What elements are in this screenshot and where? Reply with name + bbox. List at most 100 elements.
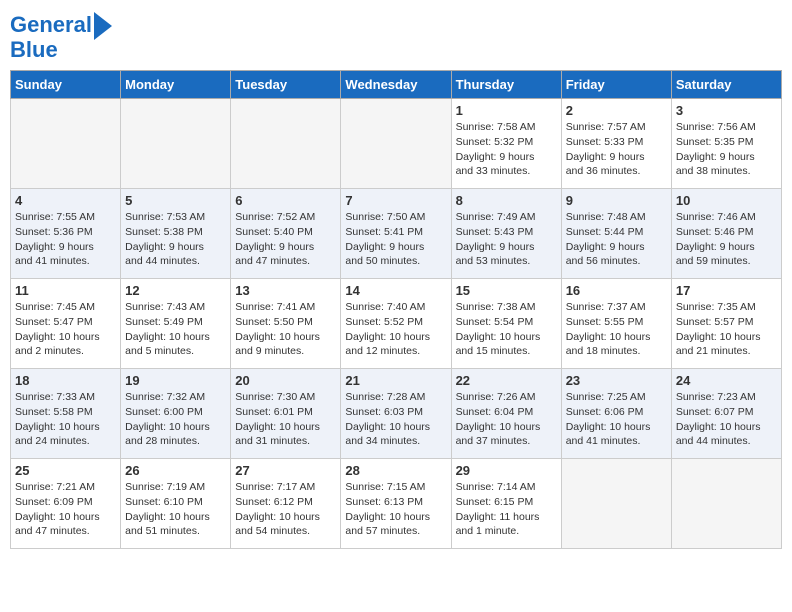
day-number: 23 [566, 373, 667, 388]
calendar-cell: 10 Sunrise: 7:46 AMSunset: 5:46 PMDayligh… [671, 189, 781, 279]
calendar-week-row: 18 Sunrise: 7:33 AMSunset: 5:58 PMDayligh… [11, 369, 782, 459]
calendar-cell [231, 99, 341, 189]
calendar-cell: 29 Sunrise: 7:14 AMSunset: 6:15 PMDayligh… [451, 459, 561, 549]
day-info: Sunrise: 7:50 AMSunset: 5:41 PMDaylight:… [345, 210, 446, 269]
calendar-cell: 21 Sunrise: 7:28 AMSunset: 6:03 PMDayligh… [341, 369, 451, 459]
day-number: 29 [456, 463, 557, 478]
day-number: 17 [676, 283, 777, 298]
calendar-cell: 23 Sunrise: 7:25 AMSunset: 6:06 PMDayligh… [561, 369, 671, 459]
day-info: Sunrise: 7:56 AMSunset: 5:35 PMDaylight:… [676, 120, 777, 179]
day-info: Sunrise: 7:48 AMSunset: 5:44 PMDaylight:… [566, 210, 667, 269]
day-info: Sunrise: 7:21 AMSunset: 6:09 PMDaylight:… [15, 480, 116, 539]
day-info: Sunrise: 7:17 AMSunset: 6:12 PMDaylight:… [235, 480, 336, 539]
day-info: Sunrise: 7:43 AMSunset: 5:49 PMDaylight:… [125, 300, 226, 359]
day-info: Sunrise: 7:28 AMSunset: 6:03 PMDaylight:… [345, 390, 446, 449]
day-number: 21 [345, 373, 446, 388]
calendar-week-row: 1 Sunrise: 7:58 AMSunset: 5:32 PMDaylight… [11, 99, 782, 189]
calendar-cell: 26 Sunrise: 7:19 AMSunset: 6:10 PMDayligh… [121, 459, 231, 549]
day-number: 28 [345, 463, 446, 478]
day-number: 8 [456, 193, 557, 208]
day-info: Sunrise: 7:14 AMSunset: 6:15 PMDaylight:… [456, 480, 557, 539]
day-info: Sunrise: 7:25 AMSunset: 6:06 PMDaylight:… [566, 390, 667, 449]
page-header: General Blue [10, 10, 782, 62]
calendar-cell: 2Sunrise: 7:57 AMSunset: 5:33 PMDaylight… [561, 99, 671, 189]
day-number: 2 [566, 103, 667, 118]
day-number: 24 [676, 373, 777, 388]
logo-text2: Blue [10, 38, 58, 62]
calendar-cell: 25 Sunrise: 7:21 AMSunset: 6:09 PMDayligh… [11, 459, 121, 549]
day-info: Sunrise: 7:41 AMSunset: 5:50 PMDaylight:… [235, 300, 336, 359]
calendar-cell: 13 Sunrise: 7:41 AMSunset: 5:50 PMDayligh… [231, 279, 341, 369]
day-number: 10 [676, 193, 777, 208]
calendar-cell: 8 Sunrise: 7:49 AMSunset: 5:43 PMDaylight… [451, 189, 561, 279]
calendar-cell [561, 459, 671, 549]
calendar-week-row: 25 Sunrise: 7:21 AMSunset: 6:09 PMDayligh… [11, 459, 782, 549]
calendar-cell: 28 Sunrise: 7:15 AMSunset: 6:13 PMDayligh… [341, 459, 451, 549]
calendar-header-row: SundayMondayTuesdayWednesdayThursdayFrid… [11, 71, 782, 99]
day-info: Sunrise: 7:49 AMSunset: 5:43 PMDaylight:… [456, 210, 557, 269]
calendar-cell: 27 Sunrise: 7:17 AMSunset: 6:12 PMDayligh… [231, 459, 341, 549]
calendar-cell [11, 99, 121, 189]
day-info: Sunrise: 7:37 AMSunset: 5:55 PMDaylight:… [566, 300, 667, 359]
day-number: 5 [125, 193, 226, 208]
calendar-cell: 6 Sunrise: 7:52 AMSunset: 5:40 PMDaylight… [231, 189, 341, 279]
day-info: Sunrise: 7:15 AMSunset: 6:13 PMDaylight:… [345, 480, 446, 539]
day-info: Sunrise: 7:52 AMSunset: 5:40 PMDaylight:… [235, 210, 336, 269]
day-number: 27 [235, 463, 336, 478]
logo: General Blue [10, 10, 112, 62]
day-number: 11 [15, 283, 116, 298]
calendar-cell: 18 Sunrise: 7:33 AMSunset: 5:58 PMDayligh… [11, 369, 121, 459]
calendar-cell: 19 Sunrise: 7:32 AMSunset: 6:00 PMDayligh… [121, 369, 231, 459]
day-number: 14 [345, 283, 446, 298]
calendar-cell: 9Sunrise: 7:48 AMSunset: 5:44 PMDaylight… [561, 189, 671, 279]
weekday-header: Wednesday [341, 71, 451, 99]
weekday-header: Sunday [11, 71, 121, 99]
logo-text: General [10, 13, 92, 37]
calendar-cell [671, 459, 781, 549]
calendar-cell: 1 Sunrise: 7:58 AMSunset: 5:32 PMDaylight… [451, 99, 561, 189]
day-number: 7 [345, 193, 446, 208]
day-number: 13 [235, 283, 336, 298]
weekday-header: Saturday [671, 71, 781, 99]
calendar-cell [121, 99, 231, 189]
day-number: 1 [456, 103, 557, 118]
day-info: Sunrise: 7:33 AMSunset: 5:58 PMDaylight:… [15, 390, 116, 449]
calendar-cell: 7 Sunrise: 7:50 AMSunset: 5:41 PMDaylight… [341, 189, 451, 279]
calendar-cell: 3 Sunrise: 7:56 AMSunset: 5:35 PMDaylight… [671, 99, 781, 189]
calendar-cell: 22 Sunrise: 7:26 AMSunset: 6:04 PMDayligh… [451, 369, 561, 459]
day-number: 19 [125, 373, 226, 388]
day-info: Sunrise: 7:58 AMSunset: 5:32 PMDaylight:… [456, 120, 557, 179]
day-number: 6 [235, 193, 336, 208]
calendar-cell: 12Sunrise: 7:43 AMSunset: 5:49 PMDayligh… [121, 279, 231, 369]
calendar-table: SundayMondayTuesdayWednesdayThursdayFrid… [10, 70, 782, 549]
day-number: 25 [15, 463, 116, 478]
day-number: 22 [456, 373, 557, 388]
weekday-header: Monday [121, 71, 231, 99]
day-info: Sunrise: 7:26 AMSunset: 6:04 PMDaylight:… [456, 390, 557, 449]
day-info: Sunrise: 7:32 AMSunset: 6:00 PMDaylight:… [125, 390, 226, 449]
day-info: Sunrise: 7:19 AMSunset: 6:10 PMDaylight:… [125, 480, 226, 539]
day-info: Sunrise: 7:45 AMSunset: 5:47 PMDaylight:… [15, 300, 116, 359]
calendar-cell [341, 99, 451, 189]
day-number: 20 [235, 373, 336, 388]
day-info: Sunrise: 7:46 AMSunset: 5:46 PMDaylight:… [676, 210, 777, 269]
calendar-cell: 11 Sunrise: 7:45 AMSunset: 5:47 PMDayligh… [11, 279, 121, 369]
day-info: Sunrise: 7:53 AMSunset: 5:38 PMDaylight:… [125, 210, 226, 269]
calendar-cell: 16 Sunrise: 7:37 AMSunset: 5:55 PMDayligh… [561, 279, 671, 369]
day-number: 26 [125, 463, 226, 478]
day-number: 15 [456, 283, 557, 298]
calendar-cell: 15Sunrise: 7:38 AMSunset: 5:54 PMDayligh… [451, 279, 561, 369]
day-number: 18 [15, 373, 116, 388]
day-number: 4 [15, 193, 116, 208]
calendar-week-row: 4Sunrise: 7:55 AMSunset: 5:36 PMDaylight… [11, 189, 782, 279]
weekday-header: Tuesday [231, 71, 341, 99]
day-info: Sunrise: 7:40 AMSunset: 5:52 PMDaylight:… [345, 300, 446, 359]
calendar-week-row: 11 Sunrise: 7:45 AMSunset: 5:47 PMDayligh… [11, 279, 782, 369]
calendar-cell: 17Sunrise: 7:35 AMSunset: 5:57 PMDayligh… [671, 279, 781, 369]
day-info: Sunrise: 7:30 AMSunset: 6:01 PMDaylight:… [235, 390, 336, 449]
day-number: 16 [566, 283, 667, 298]
day-number: 3 [676, 103, 777, 118]
calendar-cell: 14 Sunrise: 7:40 AMSunset: 5:52 PMDayligh… [341, 279, 451, 369]
calendar-cell: 5 Sunrise: 7:53 AMSunset: 5:38 PMDaylight… [121, 189, 231, 279]
day-info: Sunrise: 7:23 AMSunset: 6:07 PMDaylight:… [676, 390, 777, 449]
